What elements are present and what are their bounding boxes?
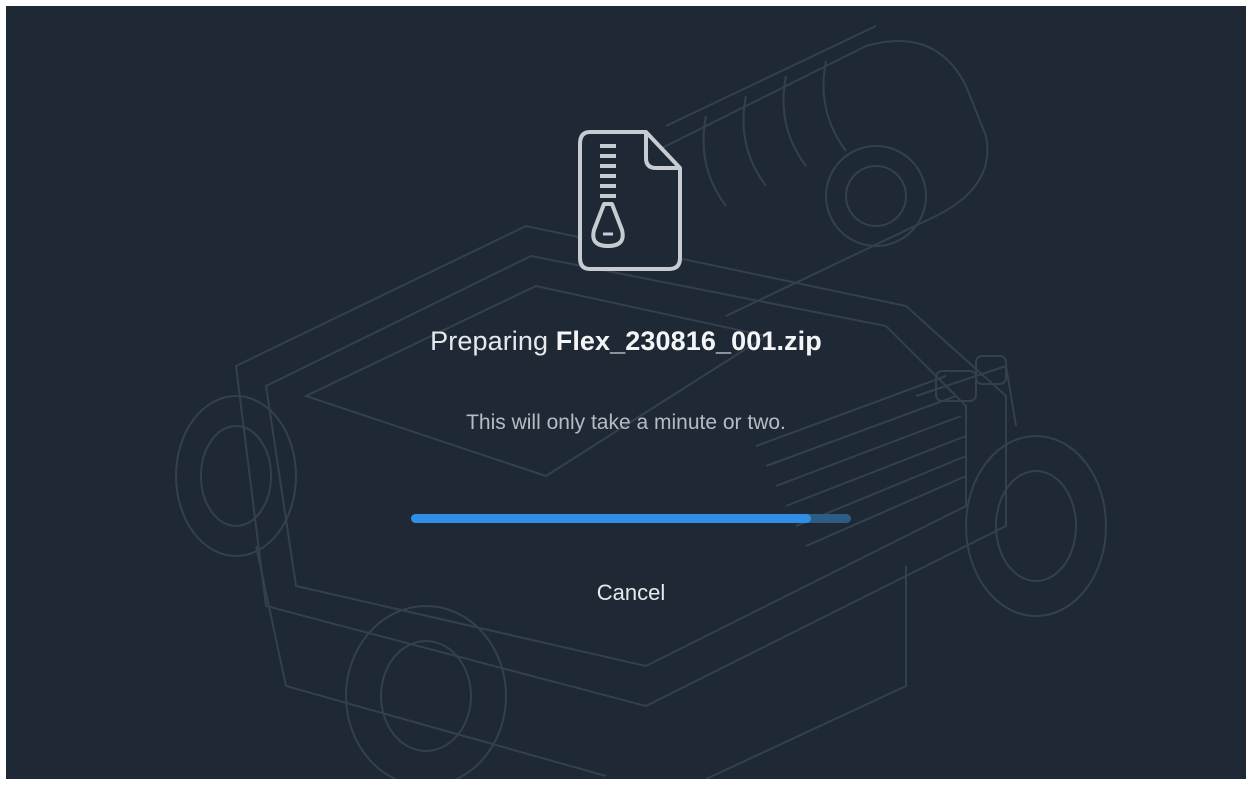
cancel-button[interactable]: Cancel [566,571,696,615]
download-screen: Preparing Flex_230816_001.zip This will … [6,6,1246,779]
progress-bar [411,514,851,523]
dialog-subtitle: This will only take a minute or two. [466,411,786,434]
progress-bar-fill [411,514,812,523]
zip-file-icon [578,130,682,271]
file-name: Flex_230816_001.zip [555,326,822,356]
dialog-title: Preparing Flex_230816_001.zip [6,326,1246,357]
title-prefix: Preparing [430,326,556,356]
dialog-content: Preparing Flex_230816_001.zip This will … [6,6,1246,779]
